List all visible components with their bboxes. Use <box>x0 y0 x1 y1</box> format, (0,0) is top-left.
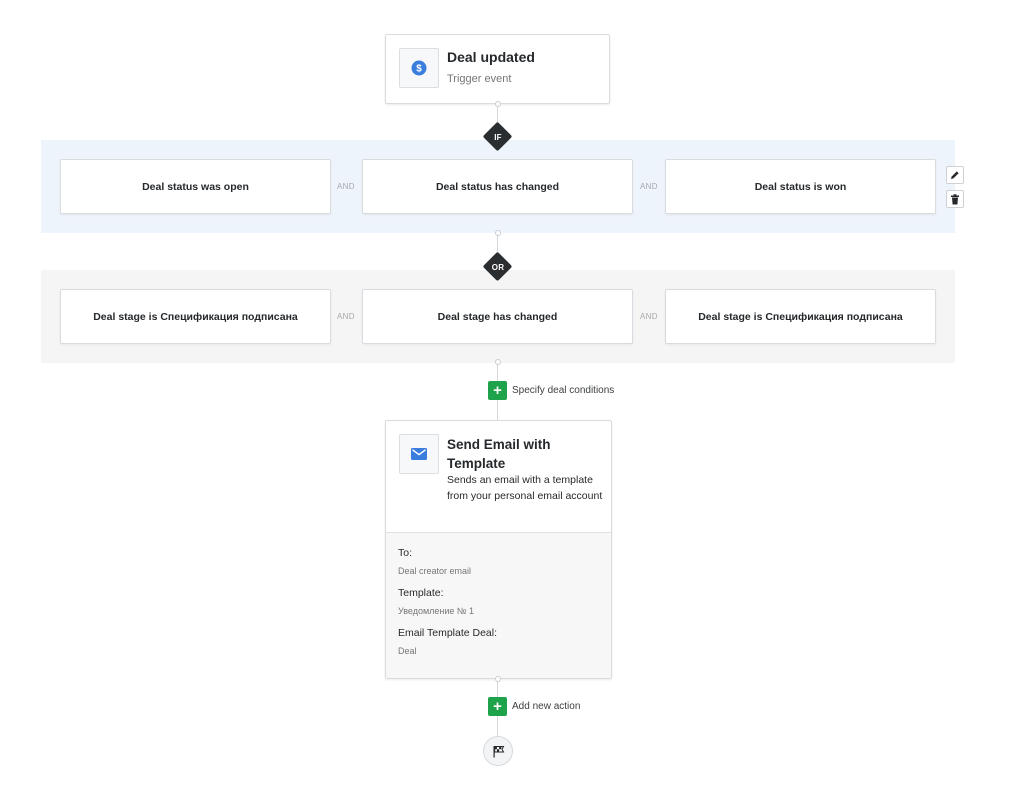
field-label-to: To: <box>398 547 413 559</box>
or-condition-3[interactable]: Deal stage is Спецификация подписана <box>665 289 936 344</box>
plus-icon[interactable]: + <box>488 381 507 400</box>
field-label-email-template-deal: Email Template Deal: <box>398 627 498 639</box>
field-value-template: Уведомление № 1 <box>398 606 475 616</box>
or-badge-label: OR <box>491 263 505 272</box>
action-description: Sends an email with a template from your… <box>447 474 603 502</box>
workflow-end-marker <box>483 736 513 766</box>
if-condition-group: Deal status was open AND Deal status has… <box>41 140 955 233</box>
if-condition-2[interactable]: Deal status has changed <box>362 159 633 214</box>
action-title: Send Email with Template <box>447 437 551 471</box>
dollar-icon: $ <box>411 60 427 76</box>
trigger-subtitle: Trigger event <box>447 73 512 85</box>
connector-dot <box>495 101 501 107</box>
action-card[interactable]: Send Email with Template Sends an email … <box>385 420 612 679</box>
specify-conditions-label[interactable]: Specify deal conditions <box>512 385 614 396</box>
or-condition-2[interactable]: Deal stage has changed <box>362 289 633 344</box>
trigger-icon-box: $ <box>399 48 439 88</box>
finish-flag-icon <box>493 745 504 757</box>
and-connector: AND <box>640 312 658 321</box>
if-badge-label: IF <box>494 133 502 142</box>
delete-conditions-button[interactable] <box>946 190 964 208</box>
if-condition-1[interactable]: Deal status was open <box>60 159 331 214</box>
specify-conditions-row[interactable]: + Specify deal conditions <box>488 381 614 400</box>
field-label-template: Template: <box>398 587 444 599</box>
field-value-to: Deal creator email <box>398 566 472 576</box>
action-icon-box <box>399 434 439 474</box>
edit-conditions-button[interactable] <box>946 166 964 184</box>
and-connector: AND <box>337 312 355 321</box>
svg-text:$: $ <box>416 64 422 75</box>
action-fields: To: Deal creator email Template: Уведомл… <box>386 532 611 678</box>
connector-dot <box>495 230 501 236</box>
trash-icon <box>951 193 959 204</box>
add-action-label[interactable]: Add new action <box>512 701 580 712</box>
or-condition-1[interactable]: Deal stage is Спецификация подписана <box>60 289 331 344</box>
envelope-icon <box>411 448 427 460</box>
connector-dot <box>495 676 501 682</box>
trigger-card[interactable]: $ Deal updated Trigger event <box>385 34 610 104</box>
trigger-title: Deal updated <box>447 49 535 65</box>
add-action-row[interactable]: + Add new action <box>488 697 580 716</box>
and-connector: AND <box>337 182 355 191</box>
or-condition-group: Deal stage is Спецификация подписана AND… <box>41 270 955 363</box>
and-connector: AND <box>640 182 658 191</box>
plus-icon[interactable]: + <box>488 697 507 716</box>
field-value-email-template-deal: Deal <box>398 646 417 656</box>
pencil-icon <box>951 171 959 179</box>
connector-dot <box>495 359 501 365</box>
if-condition-3[interactable]: Deal status is won <box>665 159 936 214</box>
